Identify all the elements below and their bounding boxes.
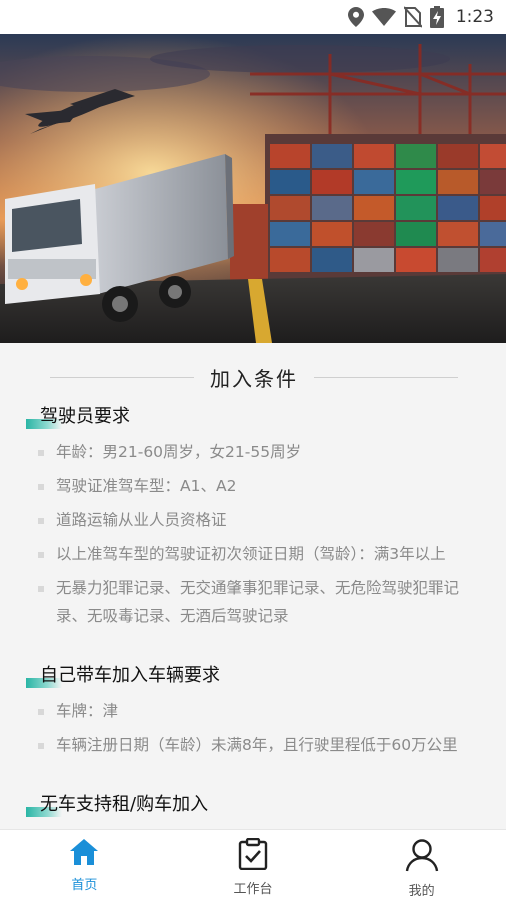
join-conditions-section: 加入条件 驾驶员要求 年龄：男21-60周岁，女21-55周岁 驾驶证准驾车型：…: [0, 343, 506, 829]
bullet-icon: [38, 586, 44, 592]
wifi-icon: [371, 8, 396, 26]
status-bar: 1:23: [0, 0, 506, 34]
status-time: 1:23: [455, 7, 494, 27]
group-title: 自己带车加入车辆要求: [0, 663, 506, 689]
list-item: 无暴力犯罪记录、无交通肇事犯罪记录、无危险驾驶犯罪记录、无吸毒记录、无酒后驾驶记…: [0, 574, 506, 630]
group-title: 驾驶员要求: [0, 404, 506, 430]
user-icon: [405, 838, 439, 876]
nav-label: 我的: [408, 884, 435, 899]
group-driver-requirements: 驾驶员要求 年龄：男21-60周岁，女21-55周岁 驾驶证准驾车型：A1、A2…: [0, 404, 506, 630]
list-item: 道路运输从业人员资格证: [0, 506, 506, 534]
list-item-text: 车辆注册日期（车龄）未满8年，且行驶里程低于60万公里: [56, 736, 458, 754]
nav-item-workbench[interactable]: 工作台: [169, 830, 338, 900]
list-item-text: 年龄：男21-60周岁，女21-55周岁: [56, 443, 302, 461]
section-title: 加入条件: [210, 366, 298, 391]
nav-item-home[interactable]: 首页: [0, 830, 169, 900]
group-rent-purchase: 无车支持租/购车加入: [0, 792, 506, 818]
group-title: 无车支持租/购车加入: [0, 792, 506, 818]
list-item: 驾驶证准驾车型：A1、A2: [0, 472, 506, 500]
list-item: 车辆注册日期（车龄）未满8年，且行驶里程低于60万公里: [0, 731, 506, 759]
nav-label: 工作台: [233, 882, 273, 897]
list-item: 年龄：男21-60周岁，女21-55周岁: [0, 438, 506, 466]
bottom-nav: 首页 工作台 我的: [0, 829, 506, 900]
group-vehicle-requirements: 自己带车加入车辆要求 车牌：津 车辆注册日期（车龄）未满8年，且行驶里程低于60…: [0, 663, 506, 759]
bullet-icon: [38, 518, 44, 524]
bullet-icon: [38, 743, 44, 749]
hero-image: [0, 34, 506, 343]
group-title-text: 驾驶员要求: [40, 406, 130, 427]
bullet-icon: [38, 484, 44, 490]
nav-label: 首页: [71, 878, 98, 893]
nav-item-mine[interactable]: 我的: [337, 830, 506, 900]
list-item-text: 车牌：津: [56, 702, 119, 720]
group-title-text: 自己带车加入车辆要求: [40, 665, 220, 686]
group-title-text: 无车支持租/购车加入: [40, 794, 209, 815]
list-item: 车牌：津: [0, 697, 506, 725]
list-item-text: 驾驶证准驾车型：A1、A2: [56, 477, 237, 495]
list-item-text: 无暴力犯罪记录、无交通肇事犯罪记录、无危险驾驶犯罪记录、无吸毒记录、无酒后驾驶记…: [56, 579, 460, 625]
home-icon: [69, 838, 99, 870]
divider-left: [50, 376, 194, 378]
location-icon: [347, 7, 364, 27]
section-header: 加入条件: [50, 363, 458, 391]
list-item-text: 道路运输从业人员资格证: [56, 511, 227, 529]
hero-banner: [0, 34, 506, 343]
list-item: 以上准驾车型的驾驶证初次领证日期（驾龄）：满3年以上: [0, 540, 506, 568]
bullet-icon: [38, 450, 44, 456]
no-sim-icon: [403, 6, 422, 28]
bullet-icon: [38, 552, 44, 558]
divider-right: [314, 376, 458, 378]
clipboard-check-icon: [238, 837, 268, 874]
battery-charging-icon: [429, 6, 444, 28]
bullet-icon: [38, 709, 44, 715]
list-item-text: 以上准驾车型的驾驶证初次领证日期（驾龄）：满3年以上: [56, 545, 446, 563]
